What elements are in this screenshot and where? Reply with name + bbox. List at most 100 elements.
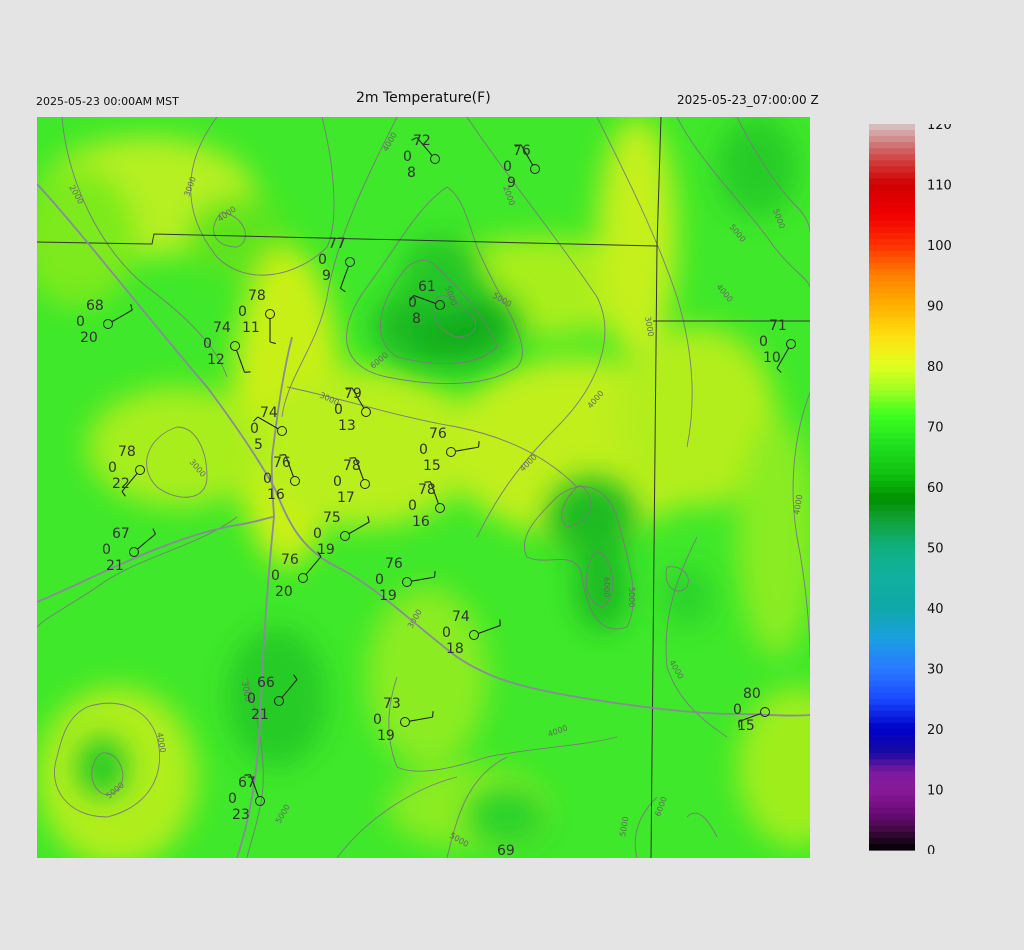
station-value: 9 (507, 175, 516, 191)
station-temp: 77 (328, 236, 346, 252)
station-value: 8 (407, 165, 416, 181)
colorbar-cell (869, 462, 915, 470)
colorbar-cell (869, 329, 915, 337)
station-temp: 74 (260, 405, 278, 421)
colorbar-cell (869, 245, 915, 252)
colorbar-tick-label: 50 (927, 542, 944, 557)
colorbar-cell (869, 662, 915, 670)
colorbar-cell (869, 680, 915, 688)
colorbar-tick-label: 0 (927, 844, 935, 854)
station-value: 22 (112, 476, 130, 492)
temperature-map: 2000 3000 4000 4000 2000 5000 5000 6000 … (37, 117, 810, 858)
station-dewpoint: 0 (318, 252, 327, 268)
station-dewpoint: 0 (733, 702, 742, 718)
station-value: 13 (338, 418, 356, 434)
colorbar-cell (869, 311, 915, 319)
station-temp: 78 (118, 444, 136, 460)
colorbar-cell (869, 777, 915, 785)
station-value: 16 (412, 514, 430, 530)
colorbar-cell (869, 384, 915, 391)
colorbar-scale (869, 124, 915, 851)
station-value: 15 (737, 718, 755, 734)
colorbar-cell (869, 154, 915, 161)
wind-barb-flag-icon (244, 371, 251, 373)
colorbar-cell (869, 632, 915, 639)
colorbar-cell (869, 450, 915, 458)
colorbar-cell (869, 474, 915, 482)
station-value: 23 (232, 807, 250, 823)
station-dewpoint: 0 (403, 149, 412, 165)
colorbar-cell (869, 335, 915, 343)
colorbar-cell (869, 831, 915, 839)
colorbar-tick-label: 70 (927, 421, 944, 436)
colorbar-cell (869, 505, 915, 512)
station-value: 19 (379, 588, 397, 604)
station-temp: 74 (213, 320, 231, 336)
station-dewpoint: 0 (419, 442, 428, 458)
colorbar-tick-label: 90 (927, 300, 944, 315)
colorbar-cell (869, 420, 915, 428)
colorbar-cell (869, 783, 915, 791)
station-temp: 67 (238, 775, 256, 791)
colorbar-cell (869, 390, 915, 397)
colorbar-cell (869, 305, 915, 313)
colorbar-cell (869, 620, 915, 627)
station-dewpoint: 0 (408, 295, 417, 311)
station-dewpoint: 0 (373, 712, 382, 728)
station-temp: 76 (385, 556, 403, 572)
station-value: 10 (763, 350, 781, 366)
colorbar-cell (869, 232, 915, 240)
colorbar-cell (869, 729, 915, 736)
station-value: 8 (412, 311, 421, 327)
station-dewpoint: 0 (334, 402, 343, 418)
station-temp: 74 (452, 609, 470, 625)
station-dewpoint: 0 (442, 625, 451, 641)
colorbar-cell (869, 438, 915, 446)
colorbar-cell (869, 710, 915, 718)
colorbar-tick-label: 40 (927, 602, 944, 617)
station-dewpoint: 0 (238, 304, 247, 320)
colorbar-cell (869, 813, 915, 821)
station-temp: 76 (513, 143, 531, 159)
station-dewpoint: 0 (108, 460, 117, 476)
colorbar-cell (869, 172, 915, 180)
colorbar-cell (869, 396, 915, 403)
colorbar-cell (869, 408, 915, 415)
colorbar-cell (869, 480, 915, 488)
station-dewpoint: 0 (271, 568, 280, 584)
station-dewpoint: 0 (203, 336, 212, 352)
colorbar-cell (869, 837, 915, 845)
colorbar-cell (869, 208, 915, 216)
colorbar-cell (869, 686, 915, 694)
colorbar-tick-label: 100 (927, 239, 952, 254)
colorbar-cell (869, 547, 915, 555)
colorbar-cell (869, 366, 915, 373)
colorbar-cell (869, 807, 915, 815)
station-temp: 76 (273, 455, 291, 471)
station-value: 9 (322, 268, 331, 284)
colorbar-cell (869, 444, 915, 452)
colorbar-cell (869, 487, 915, 494)
colorbar-cell (869, 511, 915, 518)
wind-barb-flag-icon (478, 441, 480, 448)
colorbar-cell (869, 626, 915, 633)
wind-barb-flag-icon (434, 571, 436, 578)
colorbar-cell (869, 795, 915, 803)
colorbar-cell (869, 825, 915, 833)
colorbar-cell (869, 299, 915, 307)
station-dewpoint: 0 (76, 314, 85, 330)
colorbar-cell (869, 178, 915, 186)
colorbar-cell (869, 130, 915, 137)
colorbar-cell (869, 402, 915, 409)
colorbar-cell (869, 559, 915, 567)
colorbar-cell (869, 608, 915, 615)
colorbar-cell (869, 614, 915, 621)
colorbar-cell (869, 674, 915, 682)
colorbar-cell (869, 148, 915, 155)
colorbar-cell (869, 535, 915, 543)
station-value: 19 (377, 728, 395, 744)
colorbar-cell (869, 414, 915, 422)
map-title: 2m Temperature(F) (356, 90, 491, 106)
colorbar-cell (869, 638, 915, 645)
colorbar-cell (869, 698, 915, 706)
